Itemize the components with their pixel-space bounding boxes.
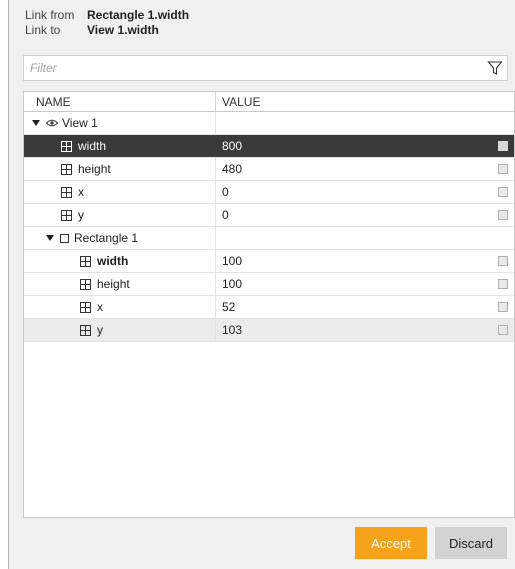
dialog-buttons: Accept Discard: [355, 527, 507, 559]
link-checkbox[interactable]: [498, 279, 508, 289]
link-checkbox[interactable]: [498, 141, 508, 151]
property-icon: [80, 255, 91, 267]
eye-icon: [46, 119, 58, 127]
link-checkbox[interactable]: [498, 256, 508, 266]
expand-arrow-icon[interactable]: [46, 235, 54, 241]
property-row-rect-width[interactable]: width 100: [24, 250, 514, 273]
property-icon: [61, 163, 72, 175]
property-value: 100: [222, 254, 243, 268]
link-checkbox[interactable]: [498, 164, 508, 174]
accept-button[interactable]: Accept: [355, 527, 427, 559]
link-checkbox[interactable]: [498, 187, 508, 197]
property-icon: [80, 278, 91, 290]
property-value: 0: [222, 185, 229, 199]
property-value: 103: [222, 323, 243, 337]
link-info: Link from Rectangle 1.width Link to View 1…: [25, 8, 189, 38]
value-cell: [216, 112, 514, 134]
link-to-row: Link to View 1.width: [25, 23, 189, 38]
property-value: 0: [222, 208, 229, 222]
property-label: x: [97, 300, 103, 314]
property-icon: [80, 324, 91, 336]
property-row-view-width[interactable]: width 800: [24, 135, 514, 158]
tree-node-label: View 1: [62, 116, 98, 130]
property-icon: [61, 140, 72, 152]
column-header-name[interactable]: NAME: [24, 92, 216, 111]
property-table: NAME VALUE View 1 width 800 height 480 x…: [23, 91, 515, 518]
link-checkbox[interactable]: [498, 325, 508, 335]
column-header-value[interactable]: VALUE: [216, 92, 514, 111]
tree-node-rectangle-1[interactable]: Rectangle 1: [24, 227, 514, 250]
value-cell: [216, 227, 514, 249]
property-label: height: [78, 162, 111, 176]
filter-box: [23, 55, 508, 81]
link-to-label: Link to: [25, 23, 61, 37]
property-label: y: [97, 323, 103, 337]
property-label: width: [97, 254, 129, 268]
property-value: 52: [222, 300, 236, 314]
property-value: 100: [222, 277, 243, 291]
tree-node-view-1[interactable]: View 1: [24, 112, 514, 135]
property-icon: [61, 186, 72, 198]
property-value: 480: [222, 162, 243, 176]
link-from-value: Rectangle 1.width: [87, 8, 190, 22]
filter-icon[interactable]: [487, 60, 503, 76]
expand-arrow-icon[interactable]: [32, 120, 40, 126]
property-value: 800: [222, 139, 243, 153]
property-label: height: [97, 277, 130, 291]
property-icon: [80, 301, 91, 313]
link-checkbox[interactable]: [498, 302, 508, 312]
property-row-rect-height[interactable]: height 100: [24, 273, 514, 296]
property-icon: [61, 209, 72, 221]
property-row-rect-y[interactable]: y 103: [24, 319, 514, 342]
property-label: width: [78, 139, 107, 153]
property-row-view-x[interactable]: x 0: [24, 181, 514, 204]
discard-button[interactable]: Discard: [435, 527, 507, 559]
link-from-row: Link from Rectangle 1.width: [25, 8, 189, 23]
property-label: x: [78, 185, 84, 199]
property-row-view-height[interactable]: height 480: [24, 158, 514, 181]
tree-node-label: Rectangle 1: [74, 231, 139, 245]
table-header: NAME VALUE: [24, 92, 514, 112]
link-from-label: Link from: [25, 8, 75, 22]
link-checkbox[interactable]: [498, 210, 508, 220]
property-row-rect-x[interactable]: x 52: [24, 296, 514, 319]
property-label: y: [78, 208, 84, 222]
rectangle-icon: [60, 233, 69, 243]
filter-input[interactable]: [30, 60, 470, 76]
property-row-view-y[interactable]: y 0: [24, 204, 514, 227]
link-to-value: View 1.width: [87, 23, 159, 37]
link-property-dialog: Link from Rectangle 1.width Link to View 1…: [8, 0, 515, 569]
